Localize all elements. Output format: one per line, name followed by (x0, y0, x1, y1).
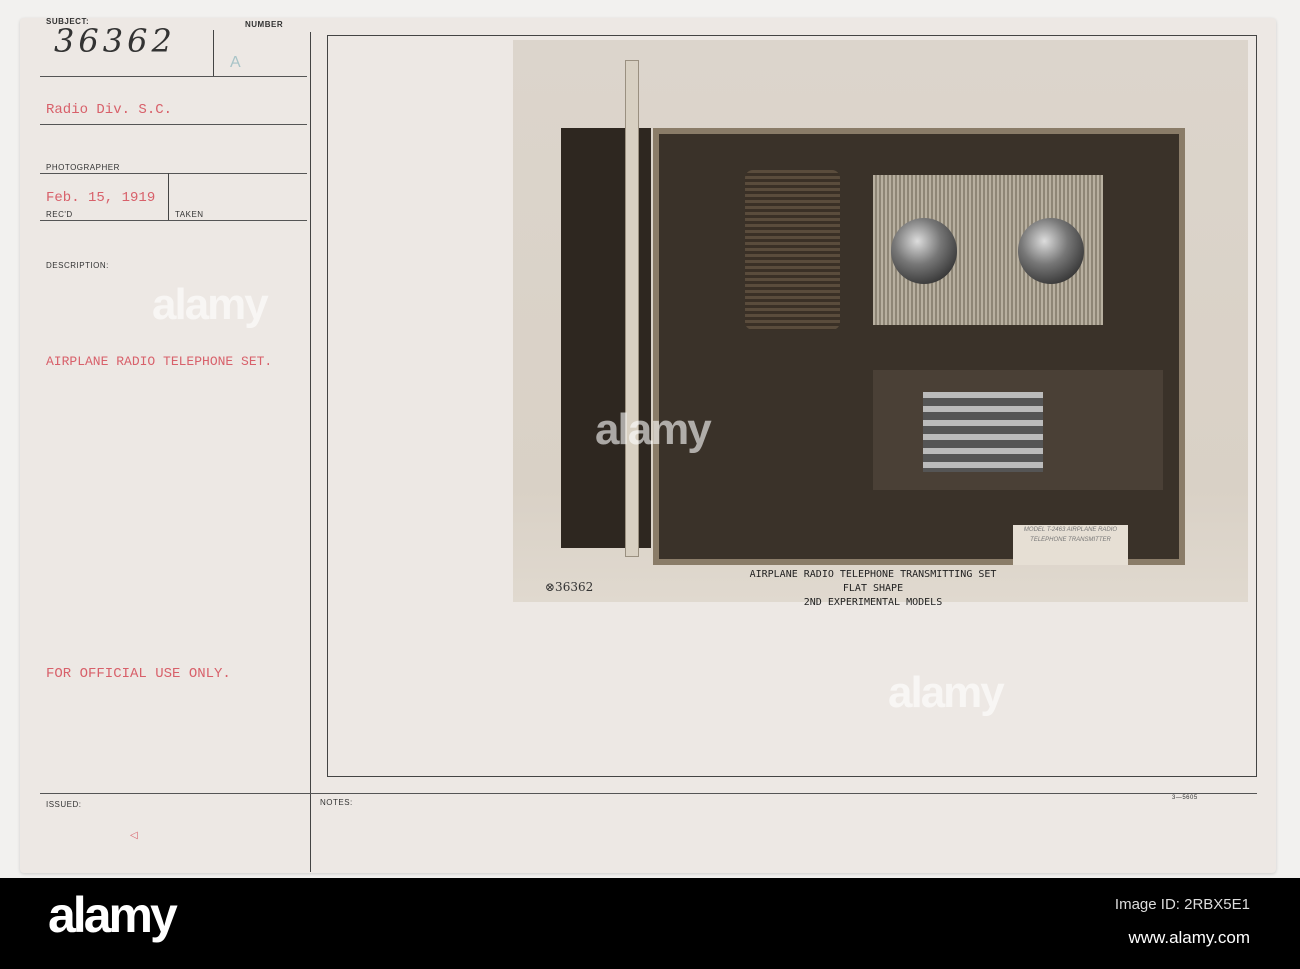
triangle-mark-icon: ◁ (130, 830, 138, 841)
caption-line: 2ND EXPERIMENTAL MODELS (803, 597, 943, 608)
form-number: 3—5605 (1172, 795, 1198, 801)
description-text: AIRPLANE RADIO TELEPHONE SET. (46, 354, 273, 369)
divider (40, 76, 307, 77)
issued-label: ISSUED: (46, 800, 82, 809)
received-date: Feb. 15, 1919 (46, 190, 156, 206)
vacuum-tube (1018, 218, 1084, 284)
recd-label: REC'D (46, 210, 73, 219)
description-label: DESCRIPTION: (46, 261, 109, 270)
divider (168, 173, 169, 220)
vacuum-tube (891, 218, 957, 284)
photo-caption: AIRPLANE RADIO TELEPHONE TRANSMITTING SE… (673, 568, 1073, 610)
number-label: NUMBER (245, 20, 284, 29)
alamy-url[interactable]: www.alamy.com (1128, 928, 1250, 948)
caption-line: AIRPLANE RADIO TELEPHONE TRANSMITTING SE… (749, 569, 997, 580)
model-tag: MODEL T-2463 AIRPLANE RADIO TELEPHONE TR… (1013, 525, 1128, 565)
subject-number: 36362 (54, 22, 176, 60)
image-id: Image ID: 2RBX5E1 (1114, 896, 1250, 913)
coil (745, 170, 840, 330)
photographer-label: PHOTOGRAPHER (46, 163, 120, 172)
divider (40, 220, 307, 221)
negative-number: ⊗36362 (545, 580, 594, 594)
divider (40, 173, 307, 174)
column-divider (310, 32, 311, 872)
bottom-divider (40, 793, 1257, 794)
taken-label: TAKEN (175, 210, 204, 219)
notes-label: NOTES: (320, 798, 353, 807)
watermark: alamy (595, 405, 712, 454)
capacitors (923, 392, 1043, 472)
divider (213, 30, 214, 76)
restriction-text: FOR OFFICIAL USE ONLY. (46, 666, 231, 682)
number-value: A (230, 54, 241, 71)
divider (40, 124, 307, 125)
watermark: alamy (888, 668, 1005, 717)
alamy-logo: alamy (48, 887, 178, 943)
mounted-photograph: MODEL T-2463 AIRPLANE RADIO TELEPHONE TR… (513, 40, 1248, 608)
footer-band: alamy Image ID: 2RBX5E1 www.alamy.com (0, 878, 1300, 969)
watermark: alamy (152, 280, 269, 329)
ruler (625, 60, 639, 557)
caption-line: FLAT SHAPE (842, 583, 904, 594)
division-text: Radio Div. S.C. (46, 102, 173, 118)
